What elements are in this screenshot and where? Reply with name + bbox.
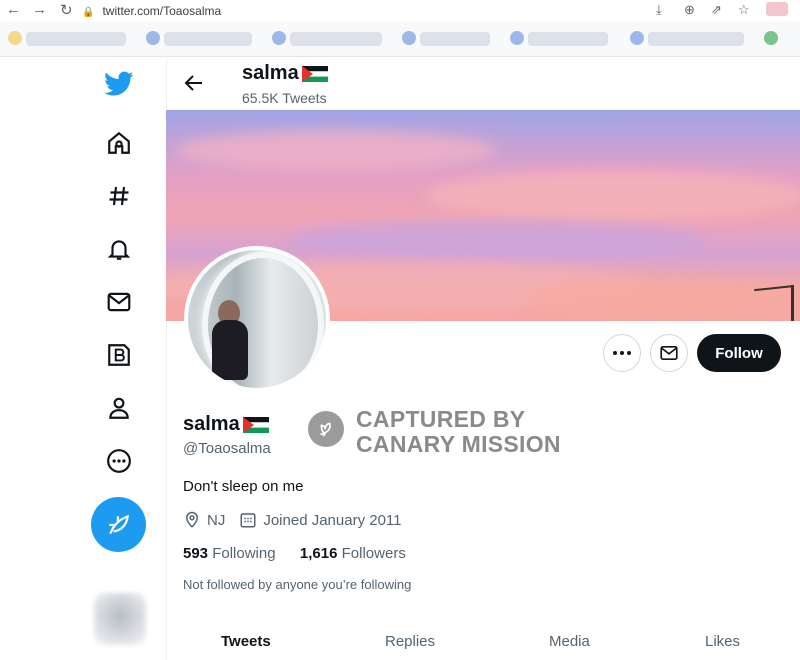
not-followed-note: Not followed by anyone you’re following bbox=[183, 577, 412, 592]
tab-media[interactable]: Media bbox=[549, 633, 590, 650]
calendar-icon bbox=[240, 513, 256, 528]
follow-button[interactable]: Follow bbox=[697, 334, 781, 372]
zoom-icon[interactable]: ⊕ bbox=[684, 2, 695, 18]
home-icon[interactable] bbox=[104, 128, 134, 158]
watermark-line-1: CAPTURED BY bbox=[356, 406, 526, 432]
profile-person-icon[interactable] bbox=[104, 393, 134, 423]
follow-stats: 593 Following 1,616 Followers bbox=[183, 545, 406, 562]
canary-bird-icon bbox=[308, 411, 344, 447]
bookmark-favicon-icon[interactable] bbox=[8, 31, 22, 45]
compose-tweet-icon bbox=[108, 514, 129, 534]
join-date: Joined January 2011 bbox=[239, 511, 402, 529]
header-title: salma bbox=[242, 62, 328, 85]
profile-photo[interactable] bbox=[184, 246, 330, 392]
reload-icon[interactable]: ↻ bbox=[60, 1, 73, 19]
bookmark-item[interactable] bbox=[420, 32, 490, 46]
message-button[interactable] bbox=[650, 334, 688, 372]
street-lamp-pole bbox=[791, 285, 794, 321]
display-name: salma bbox=[183, 413, 269, 436]
followers-link[interactable]: 1,616 Followers bbox=[300, 545, 406, 562]
twitter-blue-icon[interactable] bbox=[104, 340, 134, 370]
bookmark-item[interactable] bbox=[164, 32, 252, 46]
account-avatar[interactable] bbox=[94, 593, 146, 645]
bookmark-favicon-icon[interactable] bbox=[510, 31, 524, 45]
bookmark-item[interactable] bbox=[648, 32, 744, 46]
bookmark-item[interactable] bbox=[528, 32, 608, 46]
display-name-text: salma bbox=[183, 413, 240, 435]
watermark-line-2: CANARY MISSION bbox=[356, 431, 561, 457]
cloud-streak bbox=[176, 130, 496, 170]
tab-replies[interactable]: Replies bbox=[385, 633, 435, 650]
download-icon[interactable]: ⤓ bbox=[656, 2, 662, 18]
back-arrow-icon[interactable] bbox=[182, 71, 206, 95]
compose-tweet-button[interactable] bbox=[91, 497, 146, 552]
person-body bbox=[212, 320, 248, 380]
back-nav-icon[interactable]: ← bbox=[6, 1, 21, 18]
bookmark-star-icon[interactable]: ☆ bbox=[738, 2, 750, 18]
browser-toolbar: ← → ↻ 🔒 twitter.com/Toaosalma ⤓ ⊕ ⇗ ☆ bbox=[0, 0, 800, 22]
notifications-bell-icon[interactable] bbox=[104, 234, 134, 264]
palestine-flag-icon bbox=[301, 65, 328, 82]
followers-label: Followers bbox=[341, 545, 406, 562]
header-name-text: salma bbox=[242, 62, 299, 84]
following-count: 593 bbox=[183, 545, 209, 562]
bookmark-favicon-icon[interactable] bbox=[272, 31, 286, 45]
address-bar[interactable]: 🔒 twitter.com/Toaosalma bbox=[82, 3, 642, 19]
location-pin-icon bbox=[185, 511, 199, 528]
profile-icon[interactable] bbox=[766, 2, 788, 16]
palestine-flag-icon bbox=[242, 416, 269, 433]
more-dots-icon bbox=[613, 351, 631, 355]
lock-icon: 🔒 bbox=[82, 7, 95, 18]
twitter-logo-icon[interactable] bbox=[104, 69, 134, 99]
tab-likes[interactable]: Likes bbox=[705, 633, 740, 650]
bio: Don't sleep on me bbox=[183, 478, 304, 495]
bookmark-item[interactable] bbox=[290, 32, 382, 46]
tweet-count: 65.5K Tweets bbox=[242, 90, 327, 106]
cloud-streak bbox=[526, 278, 800, 318]
following-label: Following bbox=[212, 545, 276, 562]
bookmark-favicon-icon[interactable] bbox=[402, 31, 416, 45]
profile-meta: NJ Joined January 2011 bbox=[183, 511, 416, 529]
url-text: twitter.com/Toaosalma bbox=[102, 4, 222, 18]
share-icon[interactable]: ⇗ bbox=[711, 2, 722, 18]
bookmark-favicon-icon[interactable] bbox=[764, 31, 778, 45]
more-circle-icon[interactable] bbox=[104, 446, 134, 476]
messages-envelope-icon[interactable] bbox=[104, 287, 134, 317]
following-link[interactable]: 593 Following bbox=[183, 545, 276, 562]
cloud-streak bbox=[426, 170, 800, 220]
profile-photo-image bbox=[188, 250, 326, 388]
bookmarks-bar bbox=[0, 22, 800, 57]
tab-tweets[interactable]: Tweets bbox=[221, 633, 271, 650]
more-options-button[interactable] bbox=[603, 334, 641, 372]
bookmark-item[interactable] bbox=[26, 32, 126, 46]
forward-nav-icon[interactable]: → bbox=[32, 1, 47, 18]
cloud-streak bbox=[286, 220, 706, 260]
join-date-text: Joined January 2011 bbox=[263, 511, 402, 529]
location-text: NJ bbox=[207, 511, 226, 529]
envelope-icon bbox=[660, 346, 678, 360]
bookmark-favicon-icon[interactable] bbox=[146, 31, 160, 45]
user-handle: @Toaosalma bbox=[183, 440, 271, 457]
bookmark-favicon-icon[interactable] bbox=[630, 31, 644, 45]
followers-count: 1,616 bbox=[299, 545, 338, 562]
left-sidebar bbox=[0, 56, 167, 660]
location: NJ bbox=[183, 511, 225, 529]
explore-hashtag-icon[interactable] bbox=[104, 181, 134, 211]
